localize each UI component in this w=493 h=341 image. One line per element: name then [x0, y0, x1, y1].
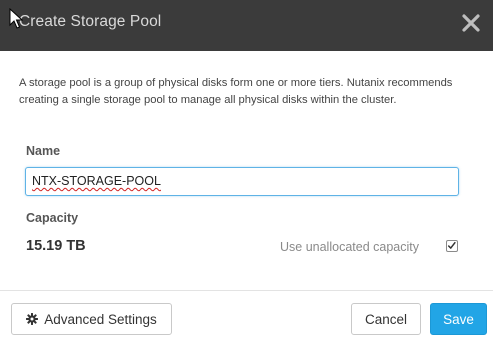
- name-label: Name: [26, 144, 61, 158]
- checkmark-icon: [447, 241, 456, 249]
- footer-divider: [0, 290, 493, 291]
- use-unallocated-checkbox[interactable]: [446, 240, 458, 252]
- save-label: Save: [443, 311, 474, 327]
- use-unallocated-label: Use unallocated capacity: [280, 240, 419, 254]
- cancel-label: Cancel: [364, 311, 408, 327]
- advanced-settings-button[interactable]: Advanced Settings: [11, 303, 172, 335]
- save-button[interactable]: Save: [430, 303, 487, 335]
- pool-name-value: NTX-STORAGE-POOL: [32, 174, 161, 188]
- create-storage-pool-dialog: Create Storage Pool A storage pool is a …: [0, 0, 493, 341]
- capacity-label: Capacity: [26, 211, 79, 225]
- pool-name-input[interactable]: NTX-STORAGE-POOL: [25, 167, 459, 196]
- dialog-description: A storage pool is a group of physical di…: [19, 77, 453, 106]
- capacity-value: 15.19 TB: [26, 238, 86, 254]
- mouse-cursor-icon: [9, 8, 23, 29]
- close-icon[interactable]: [460, 12, 482, 34]
- dialog-title: Create Storage Pool: [19, 13, 162, 30]
- cancel-button[interactable]: Cancel: [351, 303, 421, 335]
- advanced-settings-label: Advanced Settings: [44, 311, 157, 327]
- gear-icon: [26, 313, 39, 325]
- dialog-header: Create Storage Pool: [0, 0, 493, 51]
